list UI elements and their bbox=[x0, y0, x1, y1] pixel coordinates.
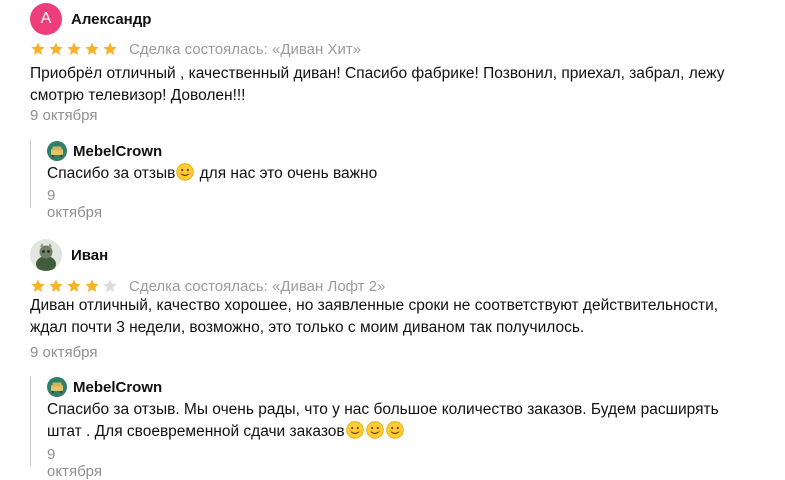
review-text: Приобрёл отличный , качественный диван! … bbox=[30, 65, 725, 104]
reply-author[interactable]: MebelCrown bbox=[73, 143, 162, 160]
user-photo-icon bbox=[30, 239, 62, 271]
deal-label: Сделка состоялась: «Диван Хит» bbox=[129, 40, 362, 58]
avatar[interactable] bbox=[30, 239, 62, 271]
star-filled-icon bbox=[49, 279, 63, 292]
star-rating bbox=[30, 278, 120, 294]
star-filled-icon bbox=[67, 42, 81, 55]
author-name[interactable]: Иван bbox=[71, 247, 108, 264]
author-name[interactable]: Александр bbox=[71, 11, 151, 28]
company-reply: MebelCrown Спасибо за отзыв для нас это … bbox=[30, 140, 377, 221]
mebelcrown-logo-icon bbox=[47, 141, 67, 161]
mebelcrown-logo-icon bbox=[47, 377, 67, 397]
reply-text-part: Спасибо за отзыв bbox=[47, 165, 176, 182]
company-reply: MebelCrown Спасибо за отзыв. Мы очень ра… bbox=[30, 376, 719, 480]
star-empty-icon bbox=[103, 279, 117, 292]
review-date: 9 октября bbox=[30, 107, 98, 124]
star-filled-icon bbox=[31, 42, 45, 55]
review-header: Иван bbox=[30, 239, 108, 271]
smile-emoji-icon bbox=[385, 421, 404, 439]
star-rating bbox=[30, 41, 120, 57]
reply-text-line: Спасибо за отзыв. Мы очень рады, что у н… bbox=[47, 401, 719, 418]
reply-text-part: штат . Для своевременной сдачи заказов bbox=[47, 423, 345, 440]
smile-emoji-icon bbox=[345, 421, 364, 439]
review-header: А Александр bbox=[30, 3, 151, 35]
reply-header: MebelCrown bbox=[47, 141, 162, 161]
star-filled-icon bbox=[103, 42, 117, 55]
smile-emoji-icon bbox=[365, 421, 384, 439]
reply-header: MebelCrown bbox=[47, 377, 162, 397]
star-filled-icon bbox=[85, 42, 99, 55]
reply-text: Спасибо за отзыв для нас это очень важно bbox=[47, 163, 747, 185]
smile-emoji-icon bbox=[176, 163, 195, 181]
star-filled-icon bbox=[49, 42, 63, 55]
review-card: А Александр Сделка состоялась: «Диван Хи… bbox=[0, 0, 785, 230]
deal-label: Сделка состоялась: «Диван Лофт 2» bbox=[129, 277, 386, 295]
reply-date: 9 октября bbox=[47, 187, 102, 221]
review-card: Иван Сделка состоялась: «Диван Лофт 2» Д… bbox=[0, 237, 785, 480]
rating-line: Сделка состоялась: «Диван Лофт 2» bbox=[30, 277, 385, 295]
review-date: 9 октября bbox=[30, 344, 98, 361]
reply-author[interactable]: MebelCrown bbox=[73, 379, 162, 396]
star-filled-icon bbox=[85, 279, 99, 292]
star-filled-icon bbox=[67, 279, 81, 292]
reply-text-line: штат . Для своевременной сдачи заказов bbox=[47, 421, 747, 443]
review-text: Диван отличный, качество хорошее, но зая… bbox=[30, 297, 719, 336]
star-filled-icon bbox=[31, 279, 45, 292]
rating-line: Сделка состоялась: «Диван Хит» bbox=[30, 40, 361, 58]
avatar[interactable]: А bbox=[30, 3, 62, 35]
reply-text-part: для нас это очень важно bbox=[195, 165, 378, 182]
